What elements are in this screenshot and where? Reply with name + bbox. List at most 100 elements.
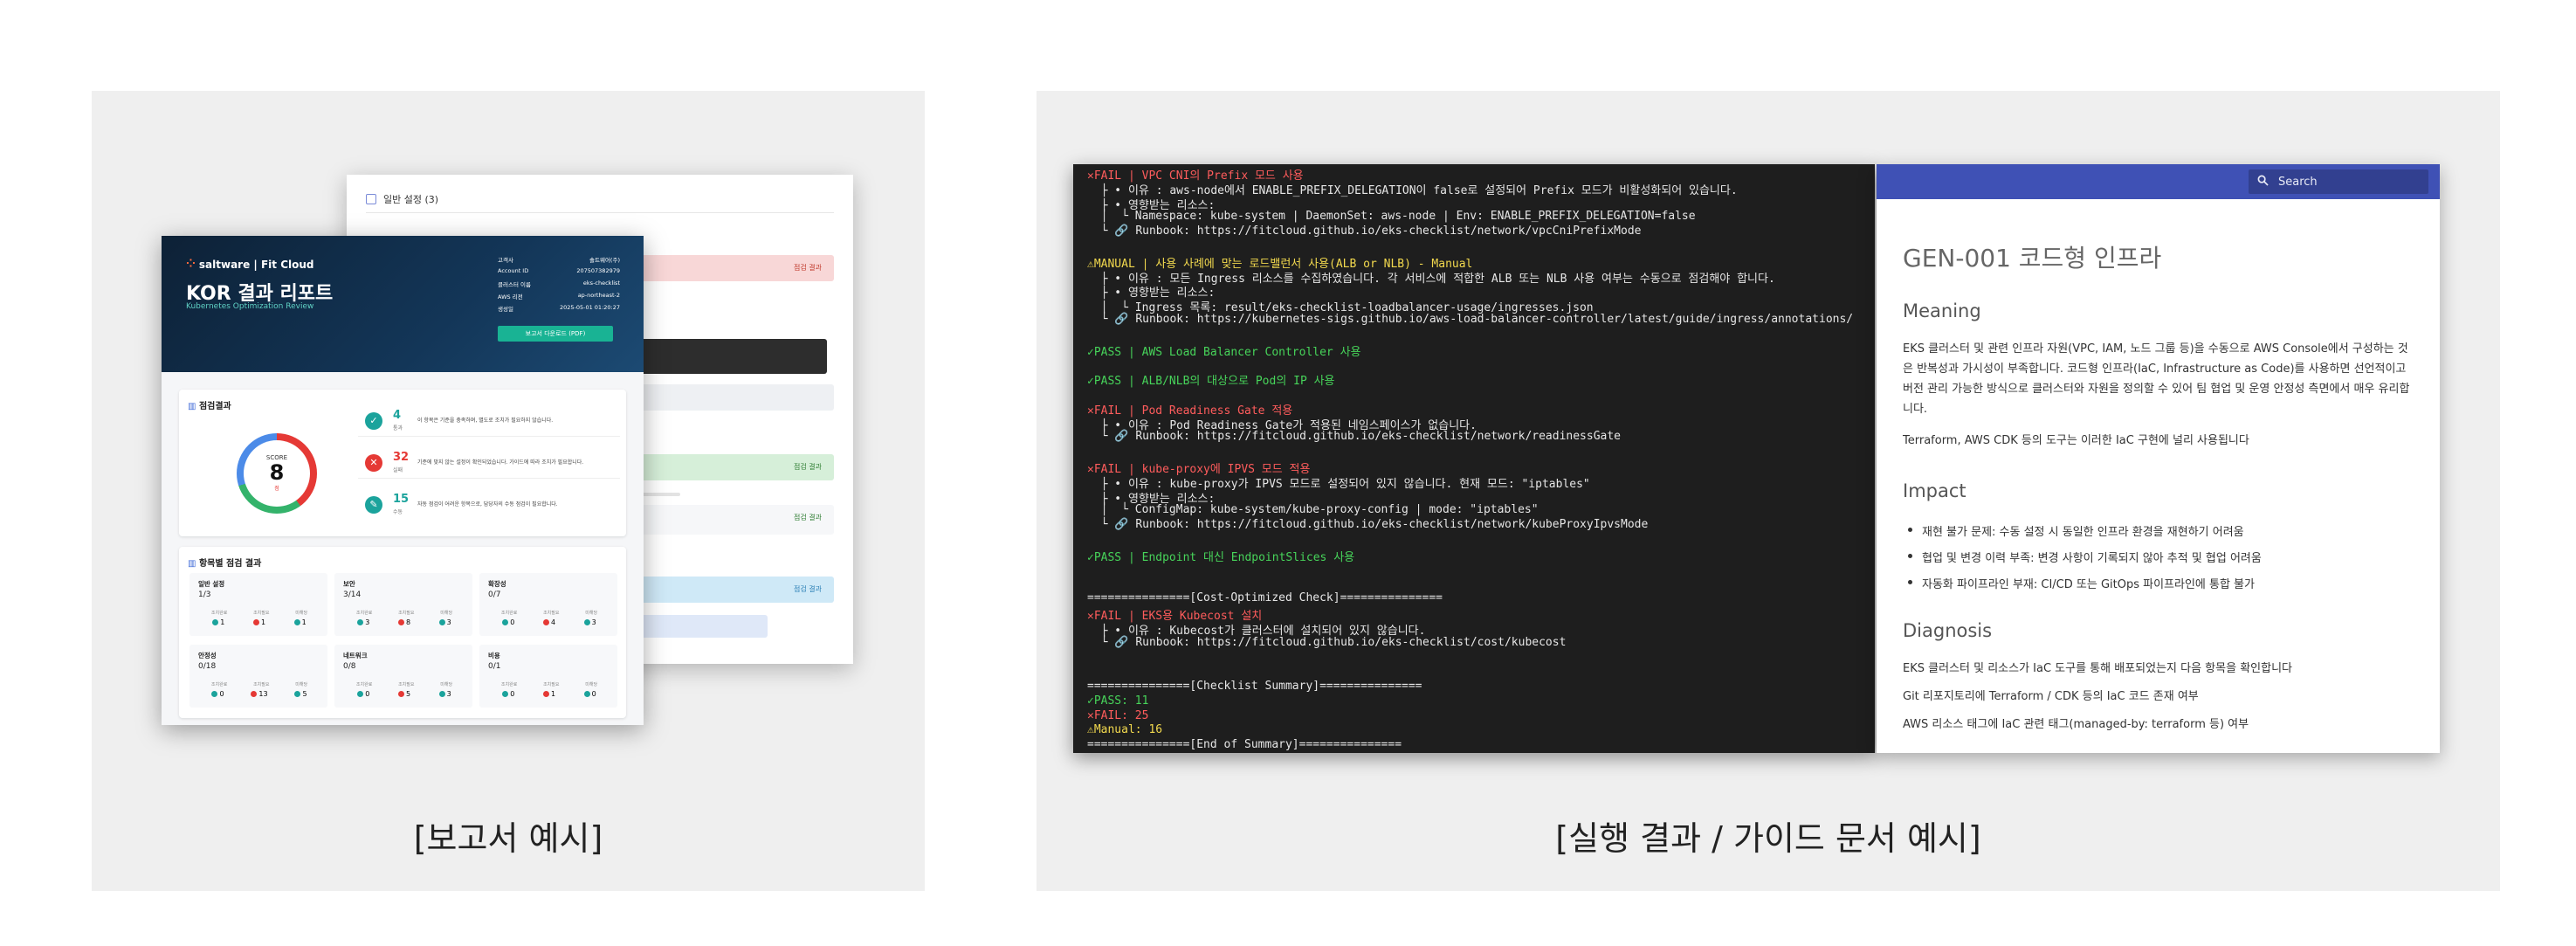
- category-count: 0/1: [488, 662, 501, 671]
- status-dot-icon: [438, 691, 445, 697]
- count-value: 0: [357, 690, 369, 698]
- terminal-line: │ └ ConfigMap: kube-system/kube-proxy-co…: [1087, 503, 1539, 517]
- meaning-note: Terraform, AWS CDK 등의 도구는 이러한 IaC 구현에 널리…: [1903, 434, 2249, 447]
- section-title: 일반 설정 (3): [383, 193, 439, 205]
- terminal-line: └ 🔗 Runbook: https://fitcloud.github.io/…: [1087, 430, 1622, 444]
- stat-unit: 수동: [393, 509, 403, 515]
- count-label: 미해당: [585, 611, 598, 616]
- meaning-heading: Meaning: [1903, 300, 1981, 321]
- row-tag: 점검 결과: [794, 585, 822, 593]
- status-dot-icon: [357, 619, 364, 625]
- status-dot-icon: [293, 619, 300, 625]
- hand-icon: ✎: [365, 496, 382, 514]
- status-dot-icon: [502, 619, 509, 625]
- terminal-line: ===============[End of Summary]=========…: [1087, 738, 1402, 752]
- impact-item: 재현 불가 문제: 수동 설정 시 동일한 인프라 환경을 재현하기 어려움: [1908, 522, 2244, 539]
- count-number: 0: [219, 690, 224, 698]
- count-value: 3: [438, 690, 451, 698]
- summary-title: ▥ 점검결과: [188, 398, 231, 411]
- count-number: 1: [301, 618, 307, 626]
- status-dot-icon: [397, 691, 404, 697]
- count-value: 3: [357, 618, 369, 626]
- meta-key: Account ID: [498, 267, 529, 274]
- terminal-line: ===============[Cost-Optimized Check]===…: [1087, 591, 1443, 605]
- category-name: 일반 설정: [198, 580, 225, 588]
- guide-document: Search GEN-001 코드형 인프라 Meaning EKS 클러스터 …: [1877, 164, 2440, 753]
- report-front-page: ⁘ saltware | Fit Cloud KOR 결과 리포트 Kubern…: [162, 236, 644, 725]
- count-label: 미해당: [440, 682, 453, 687]
- general-settings-header[interactable]: 일반 설정 (3): [366, 185, 834, 213]
- count-label: 조치완료: [210, 682, 228, 687]
- terminal-line: ✓PASS: 11: [1087, 694, 1149, 708]
- count-value: 1: [293, 618, 307, 626]
- count-number: 0: [591, 690, 596, 698]
- category-cell[interactable]: 안정성 0/18 조치완료 조치필요 미해당 0 13 5: [189, 645, 327, 708]
- count-label: 미해당: [295, 611, 308, 616]
- count-value: 4: [542, 618, 556, 626]
- meta-value: 솔트웨어(주): [589, 257, 620, 264]
- doc-title: GEN-001 코드형 인프라: [1903, 244, 2162, 273]
- count-label: 조치필요: [543, 611, 560, 616]
- category-name: 확장성: [488, 580, 506, 588]
- meta-key: 고객사: [498, 257, 513, 264]
- terminal-line: │ └ Namespace: kube-system | DaemonSet: …: [1087, 210, 1696, 224]
- count-value: 0: [502, 690, 514, 698]
- count-value: 3: [438, 618, 451, 626]
- category-card: ▥ 항목별 점검 결과 일반 설정 1/3 조치완료 조치필요 미해당 1 1 1 보안 3/14…: [179, 547, 626, 718]
- category-cell[interactable]: 보안 3/14 조치완료 조치필요 미해당 3 8 3: [334, 573, 472, 636]
- category-cell[interactable]: 비용 0/1 조치완료 조치필요 미해당 0 1 0: [479, 645, 617, 708]
- summary-card: ▥ 점검결과 SCORE 8 점 ✓ 4 통과 이 항목은 기준을 충족하며, …: [179, 390, 626, 536]
- meta-value: ap-northeast-2: [577, 292, 620, 299]
- search-input[interactable]: Search: [2249, 169, 2428, 194]
- search-icon: [2257, 175, 2269, 186]
- stat-manual: ✎ 15 수동 자동 점검이 어려운 항목으로, 담당자의 수동 점검이 필요합…: [358, 489, 620, 521]
- count-number: 8: [405, 618, 411, 626]
- download-pdf-button[interactable]: 보고서 다운로드 (PDF): [498, 326, 613, 342]
- chart-icon: ▥: [188, 402, 199, 411]
- stat-desc: 기준에 맞지 않는 설정이 확인되었습니다. 가이드에 따라 조치가 필요합니다…: [417, 459, 584, 466]
- stat-fail: ✕ 32 실패 기준에 맞지 않는 설정이 확인되었습니다. 가이드에 따라 조…: [358, 447, 620, 479]
- report-subtitle: Kubernetes Optimization Review: [186, 302, 314, 311]
- category-count: 0/18: [198, 662, 217, 671]
- meta-key: AWS 리전: [498, 293, 523, 300]
- count-value: 0: [502, 618, 514, 626]
- count-label: 조치완료: [355, 611, 373, 616]
- category-cell[interactable]: 네트워크 0/8 조치완료 조치필요 미해당 0 5 3: [334, 645, 472, 708]
- category-title-text: 항목별 점검 결과: [198, 559, 262, 569]
- count-label: 조치완료: [500, 611, 518, 616]
- count-number: 3: [446, 618, 451, 626]
- count-value: 1: [252, 618, 265, 626]
- count-label: 조치필요: [398, 611, 415, 616]
- stat-count: 15: [393, 493, 410, 506]
- stat-unit: 실패: [393, 467, 403, 473]
- status-dot-icon: [542, 691, 549, 697]
- meta-key: 생성일: [498, 306, 513, 313]
- meta-value: eks-checklist: [582, 280, 620, 287]
- count-value: 5: [294, 690, 307, 698]
- category-name: 비용: [488, 652, 500, 659]
- count-value: 0: [583, 690, 596, 698]
- count-label: 조치필요: [253, 682, 270, 687]
- category-count: 1/3: [198, 590, 211, 599]
- terminal-line: ✕FAIL: 25: [1087, 708, 1149, 722]
- terminal-output: ✕FAIL | VPC CNI의 Prefix 모드 사용 ├ • 이유 : a…: [1073, 164, 1875, 753]
- count-number: 5: [302, 690, 307, 698]
- count-number: 5: [405, 690, 411, 698]
- count-number: 0: [510, 690, 515, 698]
- diagnosis-paragraph: AWS 리소스 태그에 IaC 관련 태그(managed-by: terraf…: [1903, 718, 2249, 731]
- logo-mark-icon: ⁘: [186, 258, 196, 271]
- result-guide-panel: ✕FAIL | VPC CNI의 Prefix 모드 사용 ├ • 이유 : a…: [1037, 91, 2500, 891]
- count-label: 조치필요: [253, 611, 270, 616]
- status-dot-icon: [211, 691, 218, 697]
- count-number: 4: [550, 618, 556, 626]
- category-cell[interactable]: 일반 설정 1/3 조치완료 조치필요 미해당 1 1 1: [189, 573, 327, 636]
- category-count: 0/7: [488, 590, 501, 599]
- meaning-paragraph: EKS 클러스터 및 관련 인프라 자원(VPC, IAM, 노드 그룹 등)을…: [1903, 342, 2410, 416]
- report-example-panel: 일반 설정 (3) 점검 결과 점검 결과 점검 결과 점검 결과 ⁘ salt…: [92, 91, 925, 891]
- diagnosis-heading: Diagnosis: [1903, 620, 1993, 641]
- summary-title-text: 점검결과: [198, 402, 231, 411]
- category-cell[interactable]: 확장성 0/7 조치완료 조치필요 미해당 0 4 3: [479, 573, 617, 636]
- count-label: 조치완료: [210, 611, 228, 616]
- stat-count: 32: [393, 451, 410, 464]
- terminal-line: ✓PASS | ALB/NLB의 대상으로 Pod의 IP 사용: [1087, 375, 1335, 389]
